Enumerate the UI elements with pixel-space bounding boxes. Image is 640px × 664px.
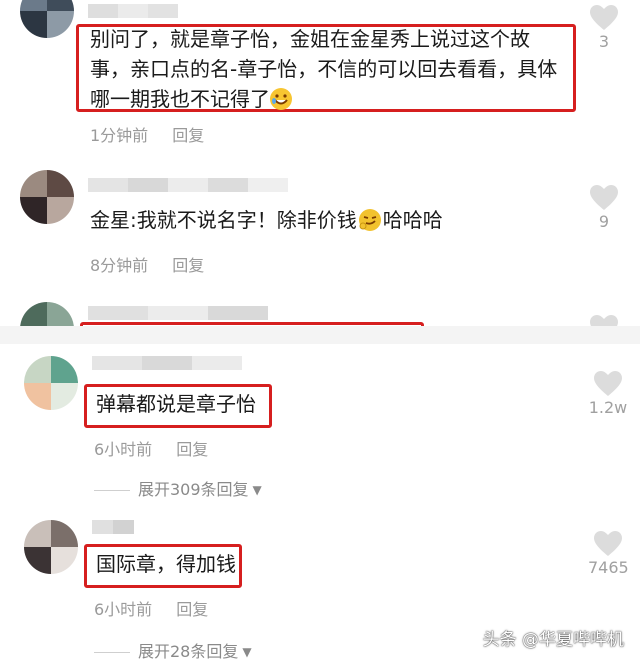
comment-2: 金星:我就不说名字！除非价钱 哈哈哈 8分钟前 回复 9 (0, 170, 640, 290)
comment-1: 别问了，就是章子怡，金姐在金星秀上说过这个故 事，亲口点的名-章子怡，不信的可以… (0, 0, 640, 150)
avatar[interactable] (24, 356, 78, 410)
reply-button[interactable]: 回复 (176, 600, 208, 619)
comment-meta: 1分钟前 回复 (90, 122, 204, 146)
caret-down-icon: ▼ (242, 645, 252, 659)
reply-button[interactable]: 回复 (172, 256, 204, 275)
avatar[interactable] (20, 170, 74, 224)
like-button[interactable]: 7465 (588, 530, 629, 577)
like-count: 9 (598, 212, 610, 231)
comment-time: 8分钟前 (90, 256, 149, 275)
rofl-emoji (270, 88, 292, 110)
expand-replies-button[interactable]: 展开309条回复 ▼ (94, 476, 262, 500)
comment-3: 弹幕都说是章子怡 6小时前 回复 展开309条回复 ▼ 1.2w (0, 344, 640, 504)
avatar[interactable] (20, 0, 74, 38)
screenshot-divider (0, 326, 640, 344)
reply-button[interactable]: 回复 (176, 440, 208, 459)
comment-text: 别问了，就是章子怡，金姐在金星秀上说过这个故 事，亲口点的名-章子怡，不信的可以… (90, 27, 558, 111)
like-button[interactable]: 3 (584, 4, 624, 51)
avatar[interactable] (20, 302, 74, 326)
heart-icon (590, 185, 618, 210)
watermark: 头条 @华夏哔哔机 (482, 630, 624, 650)
comment-text: 金星:我就不说名字！除非价钱 哈哈哈 (90, 208, 443, 232)
comment-cutoff (0, 296, 640, 326)
comment-time: 6小时前 (94, 600, 153, 619)
reply-button[interactable]: 回复 (172, 126, 204, 145)
username-blurred[interactable] (88, 4, 178, 18)
heart-icon (590, 315, 618, 326)
heart-icon (594, 531, 622, 556)
divider-line (94, 490, 130, 491)
expand-replies-label: 展开28条回复 (138, 642, 239, 661)
comment-time: 1分钟前 (90, 126, 149, 145)
heart-icon (594, 371, 622, 396)
comment-text: 国际章，得加钱 (96, 552, 236, 576)
comment-meta: 8分钟前 回复 (90, 252, 204, 276)
username-blurred[interactable] (88, 178, 288, 192)
comment-text: 弹幕都说是章子怡 (96, 392, 256, 416)
like-count: 7465 (588, 558, 629, 577)
like-button[interactable]: 9 (584, 184, 624, 231)
like-count: 1.2w (588, 398, 628, 417)
heart-icon (590, 5, 618, 30)
expand-replies-button[interactable]: 展开28条回复 ▼ (94, 638, 252, 662)
username-blurred[interactable] (92, 356, 242, 370)
avatar[interactable] (24, 520, 78, 574)
like-button[interactable]: 1.2w (588, 370, 628, 417)
divider-line (94, 652, 130, 653)
comment-time: 6小时前 (94, 440, 153, 459)
comment-meta: 6小时前 回复 (94, 596, 208, 620)
like-button[interactable] (584, 314, 624, 326)
caret-down-icon: ▼ (252, 483, 262, 497)
expand-replies-label: 展开309条回复 (138, 480, 249, 499)
smirk-emoji (358, 209, 381, 231)
username-blurred[interactable] (88, 306, 268, 320)
username-blurred[interactable] (92, 520, 134, 534)
comment-meta: 6小时前 回复 (94, 436, 208, 460)
like-count: 3 (598, 32, 610, 51)
